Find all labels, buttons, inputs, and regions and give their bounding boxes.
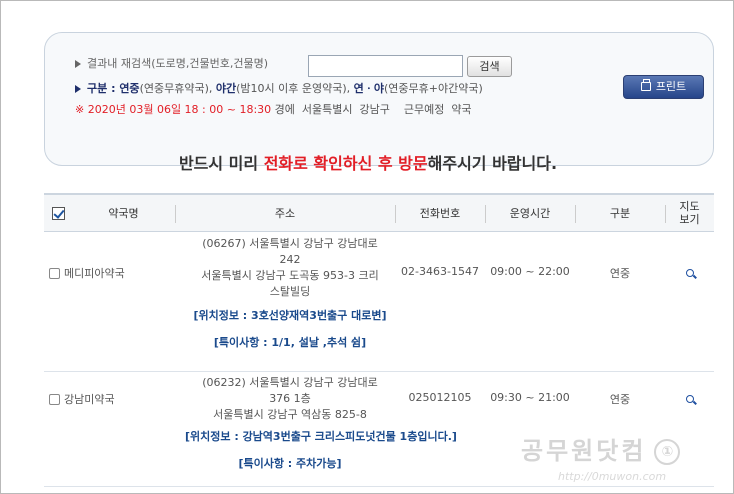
notice-before: 반드시 미리	[178, 154, 264, 173]
header-phone-label: 전화번호	[419, 206, 461, 220]
map-view-icon[interactable]	[685, 394, 694, 403]
hours-cell: 09:30 ~ 21:00	[485, 371, 575, 487]
header-category-label: 구분	[609, 206, 631, 220]
phone-number: 025012105	[408, 390, 472, 404]
printer-icon	[640, 79, 651, 91]
status-suffix: 경에 서울특별시 강남구 근무예정 약국	[271, 103, 472, 116]
header-divider	[395, 205, 396, 223]
phone-cell: 02-3463-1547	[395, 231, 485, 372]
status-row: ※ 2020년 03월 06일 18 : 00 ~ 18:30 경에 서울특별시…	[75, 101, 472, 117]
special-info: [특이사항 : 1/1, 설날 ,추석 쉼]	[213, 335, 367, 349]
legend-yeonjung: 연중	[119, 82, 140, 95]
legend-row: 구분 : 연중(연중무휴약국), 야간(밤10시 이후 운영약국), 연ㆍ야(연…	[75, 80, 483, 96]
special-info: [특이사항 : 주차가능]	[238, 456, 342, 470]
research-label-row: 결과내 재검색(도로명,건물번호,건물명)	[75, 55, 268, 71]
category-cell: 연중	[575, 231, 665, 372]
address-line: (06232) 서울특별시 강남구 강남대로	[202, 375, 378, 389]
address-line: 스탈빌딩	[269, 284, 311, 298]
hours-cell: 09:00 ~ 22:00	[485, 231, 575, 372]
phone-cell: 025012105	[395, 371, 485, 487]
address-line: (06267) 서울특별시 강남구 강남대로	[202, 236, 378, 250]
address-cell: (06267) 서울특별시 강남구 강남대로 242 서울특별시 강남구 도곡동…	[175, 231, 395, 372]
table-row: 메디피아약국 (06267) 서울특별시 강남구 강남대로 242 서울특별시 …	[44, 231, 714, 372]
header-phone: 전화번호	[395, 193, 485, 232]
watermark-url: http://0muwon.com	[558, 470, 667, 483]
arrow-right-icon	[75, 60, 81, 68]
map-cell	[665, 371, 714, 487]
header-name: 약국명	[72, 193, 175, 232]
address-line: 376 1층	[269, 391, 311, 405]
header-address-label: 주소	[274, 206, 296, 220]
watermark: 공무원닷컴 ①	[521, 431, 681, 466]
header-divider	[665, 205, 666, 223]
notice-after: 해주시기 바랍니다.	[427, 154, 558, 173]
search-input[interactable]	[308, 55, 463, 77]
category-value: 연중	[609, 266, 631, 280]
legend-yeonjung-desc: (연중무휴약국),	[139, 82, 216, 95]
status-datetime: 2020년 03월 06일 18 : 00 ~ 18:30	[87, 103, 272, 116]
header-map-label-1: 지도	[679, 199, 700, 213]
pharmacy-name[interactable]: 메디피아약국	[64, 267, 125, 280]
category-value: 연중	[609, 392, 631, 406]
select-all-checkbox[interactable]	[51, 206, 65, 220]
legend-prefix: 구분 :	[87, 82, 120, 95]
header-category: 구분	[575, 193, 665, 232]
legend-yagan: 야간	[215, 82, 237, 95]
header-hours-label: 운영시간	[509, 206, 551, 220]
row-name-cell: 강남미약국	[44, 371, 175, 487]
pharmacy-name[interactable]: 강남미약국	[64, 393, 115, 406]
research-label: 결과내 재검색(도로명,건물번호,건물명)	[87, 57, 268, 70]
location-info: [위치정보 : 3호선양재역3번출구 대로변]	[193, 308, 387, 322]
visit-notice: 반드시 미리 전화로 확인하신 후 방문해주시기 바랍니다.	[1, 150, 733, 174]
page-frame: 결과내 재검색(도로명,건물번호,건물명) 검색 구분 : 연중(연중무휴약국)…	[0, 0, 734, 494]
print-label: 프린트	[655, 80, 687, 93]
operating-hours: 09:00 ~ 22:00	[490, 264, 570, 278]
address-cell: (06232) 서울특별시 강남구 강남대로 376 1층 서울특별시 강남구 …	[175, 371, 457, 487]
legend-yagan-desc: (밤10시 이후 운영약국),	[236, 82, 354, 95]
header-map: 지도 보기	[665, 193, 714, 232]
header-address: 주소	[175, 193, 395, 232]
header-divider	[575, 205, 576, 223]
select-all-header	[44, 193, 72, 232]
row-name-cell: 메디피아약국	[44, 231, 175, 372]
header-name-label: 약국명	[108, 206, 139, 220]
watermark-text: 공무원닷컴	[521, 437, 647, 465]
location-info: [위치정보 : 강남역3번출구 크리스피도넛건물 1층입니다.]	[185, 429, 457, 443]
table-row: 강남미약국 (06232) 서울특별시 강남구 강남대로 376 1층 서울특별…	[44, 371, 714, 487]
row-checkbox[interactable]	[49, 268, 60, 279]
header-map-label-2: 보기	[679, 212, 700, 226]
map-view-icon[interactable]	[685, 268, 694, 277]
search-button[interactable]: 검색	[467, 56, 512, 77]
legend-yeonya: 연ㆍ야	[353, 82, 385, 95]
search-panel: 결과내 재검색(도로명,건물번호,건물명) 검색 구분 : 연중(연중무휴약국)…	[44, 32, 714, 166]
address-line: 242	[279, 252, 301, 266]
row-checkbox[interactable]	[49, 394, 60, 405]
address-line: 서울특별시 강남구 도곡동 953-3 크리	[201, 268, 379, 282]
address-line: 서울특별시 강남구 역삼동 825-8	[213, 407, 367, 421]
print-button[interactable]: 프린트	[623, 75, 704, 99]
operating-hours: 09:30 ~ 21:00	[490, 390, 570, 404]
notice-highlight: 전화로 확인하신 후 방문	[263, 154, 428, 173]
header-divider	[485, 205, 486, 223]
header-divider	[175, 205, 176, 223]
table-header-row: 약국명 주소 전화번호 운영시간 구분 지도 보기	[44, 193, 714, 232]
category-cell: 연중	[575, 371, 665, 487]
arrow-right-icon	[75, 85, 81, 93]
header-hours: 운영시간	[485, 193, 575, 232]
phone-number: 02-3463-1547	[401, 264, 479, 278]
status-mark: ※	[75, 103, 85, 116]
legend-yeonya-desc: (연중무휴+야간약국)	[384, 82, 483, 95]
watermark-badge: ①	[654, 439, 681, 465]
map-cell	[665, 231, 714, 372]
